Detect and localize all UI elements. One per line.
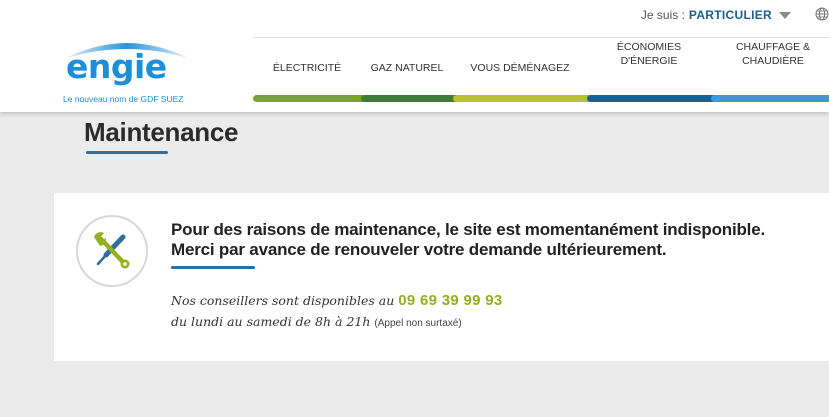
nav-item-label: VOUS DÉMÉNAGEZ <box>470 62 570 75</box>
chevron-down-icon[interactable] <box>779 11 791 19</box>
nav-item-economies-energie[interactable]: ÉCONOMIES D'ÉNERGIE <box>587 24 711 86</box>
nav-bar-gaz-naturel <box>361 95 459 102</box>
nav-item-label: CHAUFFAGE & <box>735 41 811 54</box>
tools-icon-circle <box>76 215 148 287</box>
maintenance-notice-panel: Pour des raisons de maintenance, le site… <box>54 193 829 361</box>
nav-item-chauffage-chaudiere[interactable]: CHAUFFAGE & CHAUDIÈRE <box>711 24 829 86</box>
engie-logo[interactable]: engie Le nouveau nom de GDF SUEZ <box>58 34 198 108</box>
nav-bar-electricite <box>253 95 367 102</box>
nav-bar-economies-energie <box>587 95 717 102</box>
profile-selector[interactable]: PARTICULIER <box>689 8 772 22</box>
globe-icon[interactable] <box>815 7 829 24</box>
advisors-text: Nos conseillers sont disponibles au <box>171 293 395 308</box>
nav-item-label: ÉCONOMIES <box>616 41 682 54</box>
nav-item-vous-demenagez[interactable]: VOUS DÉMÉNAGEZ <box>453 38 587 100</box>
nav-item-label: GAZ NATUREL <box>370 62 444 75</box>
page-title: Maintenance <box>84 117 239 147</box>
nav-bar-vous-demenagez <box>453 95 593 102</box>
nav-item-label-line2: CHAUDIÈRE <box>742 55 804 67</box>
nav-bar-chauffage-chaudiere <box>711 95 829 102</box>
logo-tagline: Le nouveau nom de GDF SUEZ <box>63 94 184 104</box>
maintenance-message-line2: Merci par avance de renouveler votre dem… <box>171 240 667 259</box>
main-nav: ÉLECTRICITÉ GAZ NATUREL VOUS DÉMÉNAGEZ É… <box>253 38 829 100</box>
nav-item-electricite[interactable]: ÉLECTRICITÉ <box>253 38 361 100</box>
nav-item-label: ÉLECTRICITÉ <box>272 62 342 75</box>
call-cost-note: (Appel non surtaxé) <box>374 318 462 329</box>
phone-number-link[interactable]: 09 69 39 99 93 <box>398 292 502 309</box>
logo-wordmark: engie <box>66 47 167 86</box>
profile-prefix-label: Je suis : <box>640 8 685 22</box>
nav-color-bars <box>253 95 829 102</box>
wrench-screwdriver-icon <box>94 232 130 269</box>
message-underline <box>171 266 255 269</box>
nav-item-label-line2: D'ÉNERGIE <box>620 55 678 67</box>
maintenance-message: Pour des raisons de maintenance, le site… <box>171 220 821 260</box>
contact-info: Nos conseillers sont disponibles au 09 6… <box>171 290 503 334</box>
opening-hours-text: du lundi au samedi de 8h à 21h <box>171 314 371 329</box>
site-header: Je suis : PARTICULIER engie Le nouveau n… <box>0 0 829 112</box>
title-underline <box>86 151 168 154</box>
maintenance-message-line1: Pour des raisons de maintenance, le site… <box>171 220 765 239</box>
nav-item-gaz-naturel[interactable]: GAZ NATUREL <box>361 38 453 100</box>
